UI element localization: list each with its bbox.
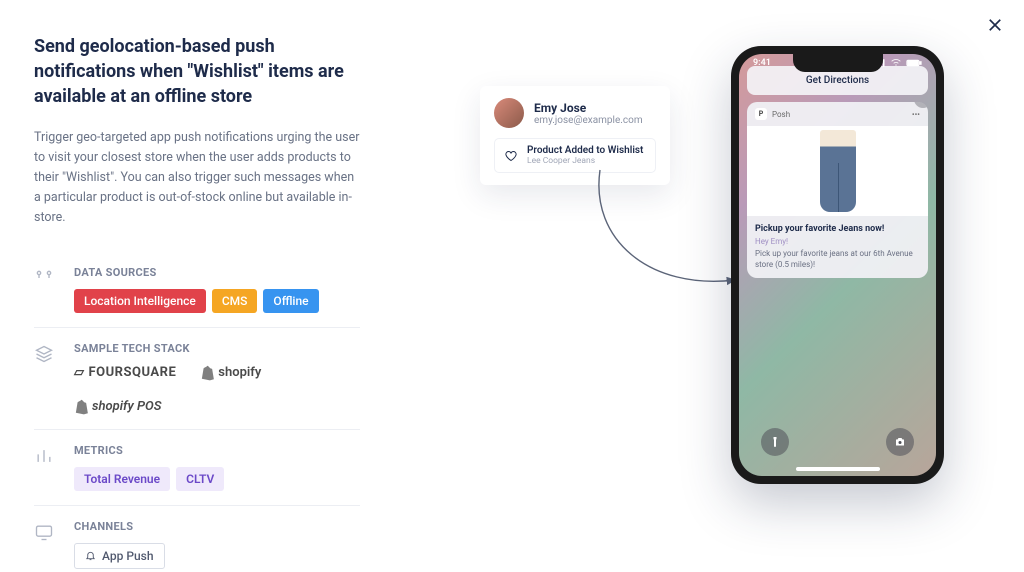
page-description: Trigger geo-targeted app push notificati…: [34, 128, 360, 228]
bell-icon: [85, 550, 96, 561]
phone-time: 9:41: [753, 58, 771, 68]
notif-menu-icon[interactable]: •••: [912, 110, 920, 119]
close-icon: [986, 16, 1004, 34]
badge-location-intelligence: Location Intelligence: [74, 289, 206, 313]
phone-notch: [793, 54, 883, 72]
data-sources-icon: [34, 266, 56, 313]
channels-icon: [34, 520, 56, 569]
close-button[interactable]: [984, 14, 1006, 36]
home-indicator[interactable]: [796, 467, 880, 471]
flashlight-icon[interactable]: [761, 428, 789, 456]
metrics-icon: [34, 444, 56, 491]
section-label: METRICS: [74, 444, 360, 457]
notification-greeting: Hey Emy!: [755, 237, 920, 246]
avatar: [494, 98, 524, 128]
logo-shopify: shopify: [200, 365, 261, 381]
section-label: DATA SOURCES: [74, 266, 360, 279]
badge-offline: Offline: [263, 289, 318, 313]
user-name: Emy Jose: [534, 101, 643, 115]
badge-cltv: CLTV: [176, 467, 224, 491]
section-tech-stack: SAMPLE TECH STACK ▱ FOURSQUARE shopify s…: [34, 328, 360, 430]
logo-foursquare: ▱ FOURSQUARE: [74, 365, 176, 380]
page-title: Send geolocation-based push notification…: [34, 34, 360, 110]
event-title: Product Added to Wishlist: [527, 145, 643, 156]
wishlist-event: Product Added to Wishlist Lee Cooper Jea…: [494, 138, 656, 173]
section-metrics: METRICS Total Revenue CLTV: [34, 430, 360, 506]
wifi-icon: [890, 59, 902, 67]
section-label: CHANNELS: [74, 520, 360, 533]
user-card: Emy Jose emy.jose@example.com Product Ad…: [480, 86, 670, 185]
battery-icon: [906, 59, 922, 67]
app-name: Posh: [772, 110, 790, 119]
preview-panel: Emy Jose emy.jose@example.com Product Ad…: [400, 0, 1024, 572]
section-data-sources: DATA SOURCES Location Intelligence CMS O…: [34, 252, 360, 328]
phone-mockup: 9:41 ✕ P Posh •••: [731, 46, 944, 484]
user-email: emy.jose@example.com: [534, 115, 643, 126]
section-channels: CHANNELS App Push: [34, 506, 360, 572]
app-icon: P: [755, 108, 767, 120]
event-subtitle: Lee Cooper Jeans: [527, 156, 643, 166]
badge-total-revenue: Total Revenue: [74, 467, 170, 491]
badge-cms: CMS: [212, 289, 258, 313]
notification-card[interactable]: ✕ P Posh ••• Pickup your favorite Jeans …: [747, 102, 928, 278]
badge-app-push: App Push: [74, 543, 165, 569]
notification-image: [747, 126, 928, 216]
tech-stack-icon: [34, 342, 56, 415]
heart-icon: [503, 148, 519, 164]
notification-text: Pick up your favorite jeans at our 6th A…: [755, 248, 920, 270]
section-label: SAMPLE TECH STACK: [74, 342, 360, 355]
camera-icon[interactable]: [886, 428, 914, 456]
details-panel: Send geolocation-based push notification…: [0, 0, 400, 572]
notification-title: Pickup your favorite Jeans now!: [755, 224, 920, 234]
logo-shopify-pos: shopify POS: [74, 399, 161, 415]
